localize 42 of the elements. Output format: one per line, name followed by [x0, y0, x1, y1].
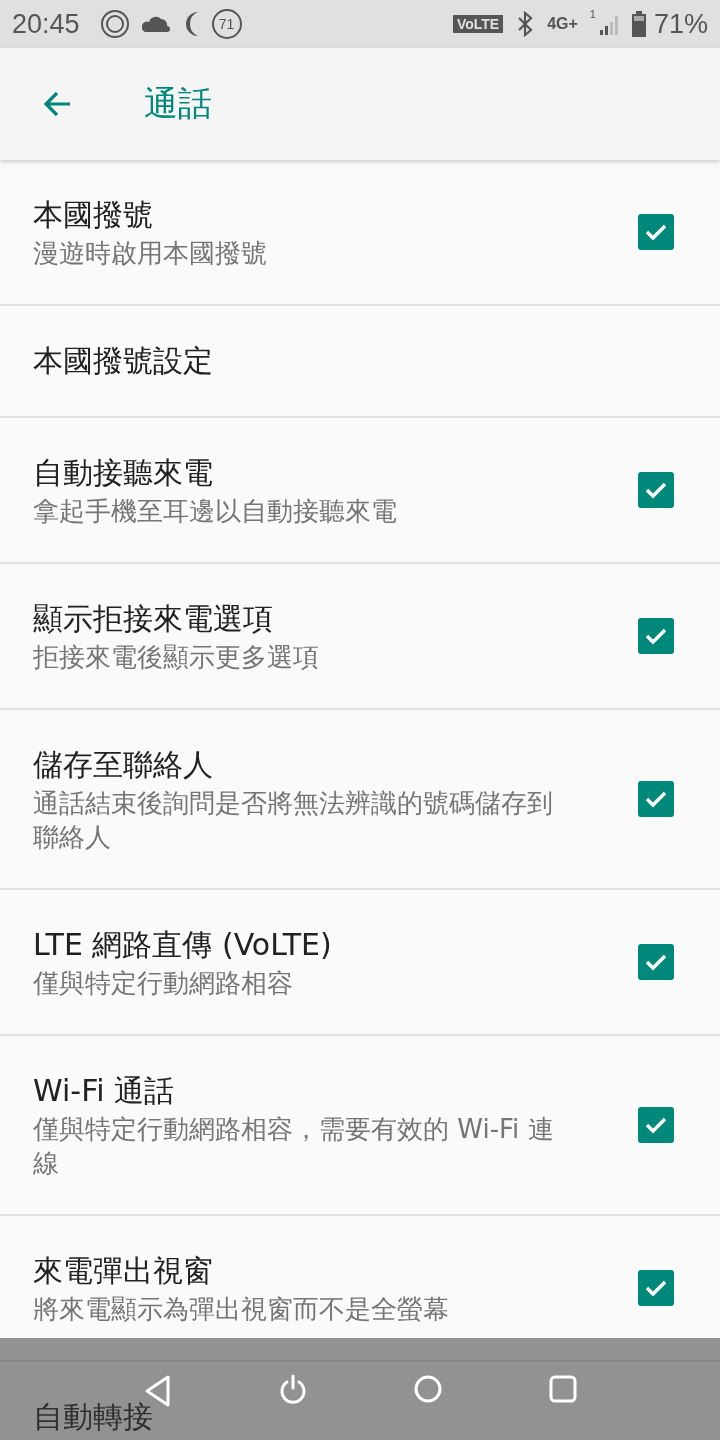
settings-item[interactable]: 儲存至聯絡人 通話結束後詢問是否將無法辨識的號碼儲存到聯絡人 [0, 710, 720, 890]
item-summary: 拒接來電後顯示更多選項 [33, 641, 319, 674]
sim-number: 1 [589, 8, 596, 20]
checkbox[interactable] [638, 472, 674, 508]
item-summary: 漫遊時啟用本國撥號 [33, 237, 267, 270]
network-type: 4G+ [547, 15, 578, 33]
item-summary: 僅與特定行動網路相容，需要有效的 Wi-Fi 連線 [33, 1113, 555, 1180]
checkbox[interactable] [638, 214, 674, 250]
aqi-badge: 71 [211, 9, 242, 39]
clock: 20:45 [12, 8, 80, 40]
settings-item[interactable]: Wi-Fi 通話 僅與特定行動網路相容，需要有效的 Wi-Fi 連線 [0, 1036, 720, 1216]
item-summary: 僅與特定行動網路相容 [33, 967, 293, 1000]
signal-icon [597, 13, 620, 35]
item-title: 自動轉接 [33, 1398, 153, 1436]
item-title: 本國撥號 [33, 196, 153, 234]
item-title: 本國撥號設定 [33, 342, 213, 380]
checkbox[interactable] [638, 944, 674, 980]
checkbox[interactable] [638, 781, 674, 817]
cloud-icon [141, 15, 170, 33]
settings-item[interactable]: 本國撥號 漫遊時啟用本國撥號 [0, 160, 720, 306]
settings-item[interactable]: LTE 網路直傳 (VoLTE) 僅與特定行動網路相容 [0, 890, 720, 1036]
item-title: LTE 網路直傳 (VoLTE) [33, 926, 332, 964]
settings-item[interactable]: 本國撥號設定 [0, 306, 720, 418]
item-title: 自動接聽來電 [33, 454, 213, 492]
item-title: Wi-Fi 通話 [33, 1072, 175, 1110]
item-summary: 通話結束後詢問是否將無法辨識的號碼儲存到聯絡人 [33, 787, 554, 854]
settings-item[interactable]: 來電彈出視窗 將來電顯示為彈出視窗而不是全螢幕 [0, 1216, 720, 1362]
item-summary: 拿起手機至耳邊以自動接聽來電 [33, 495, 397, 528]
settings-item[interactable]: 自動接聽來電 拿起手機至耳邊以自動接聽來電 [0, 418, 720, 564]
item-title: 儲存至聯絡人 [33, 746, 213, 784]
battery-icon [631, 11, 646, 37]
settings-item[interactable]: 顯示拒接來電選項 拒接來電後顯示更多選項 [0, 564, 720, 710]
volte-badge: VoLTE [452, 15, 504, 33]
screen-title: 通話 [144, 82, 212, 125]
settings-item[interactable]: 自動轉接 [0, 1362, 720, 1440]
item-summary: 將來電顯示為彈出視窗而不是全螢幕 [33, 1293, 449, 1326]
item-title: 來電彈出視窗 [33, 1252, 213, 1290]
checkbox[interactable] [638, 618, 674, 654]
item-title: 顯示拒接來電選項 [33, 600, 273, 638]
checkbox[interactable] [638, 1107, 674, 1143]
checkbox[interactable] [638, 1270, 674, 1306]
battery-percent: 71% [653, 8, 708, 40]
